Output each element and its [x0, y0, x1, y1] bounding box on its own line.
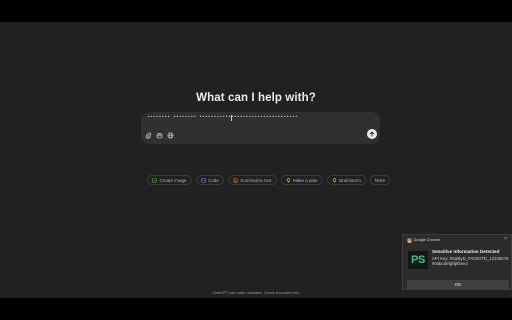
message-composer[interactable]: •••••••• •••••••• ••••••••••••••••••••••… — [141, 112, 380, 144]
chip-code[interactable]: Code — [195, 175, 224, 185]
code-icon — [200, 177, 206, 183]
suggestion-chips: Create image Code Summarize text Make a … — [147, 175, 391, 185]
ok-button[interactable]: OK — [407, 280, 509, 289]
lightbulb-icon — [332, 177, 336, 183]
text-caret — [231, 115, 232, 121]
document-icon — [233, 177, 238, 183]
screen-bottom-bar — [0, 298, 512, 320]
chip-create-image[interactable]: Create image — [147, 175, 192, 185]
paperclip-icon[interactable] — [143, 130, 153, 140]
arrow-up-icon — [369, 131, 375, 137]
lightbulb-icon — [286, 177, 290, 183]
app-logo-text: PS — [410, 254, 426, 266]
chip-label: More — [374, 177, 386, 183]
chip-more[interactable]: More — [369, 175, 391, 185]
notification-app-name: Google Chrome — [413, 238, 441, 243]
chip-label: Make a plan — [293, 177, 318, 183]
screen-top-bar — [0, 0, 512, 22]
close-icon[interactable]: × — [504, 237, 507, 242]
chip-summarize-text[interactable]: Summarize text — [227, 175, 277, 185]
chip-label: Brainstorm — [339, 177, 361, 183]
send-button[interactable] — [367, 129, 377, 139]
chrome-notification: Google Chrome × PS Sensitive Information… — [402, 234, 512, 290]
notification-body: API Key: h6ai9yD_FA03OTE_12345678 90abcd… — [432, 255, 509, 266]
notification-header: Google Chrome — [407, 238, 440, 243]
chip-label: Create image — [159, 177, 187, 183]
notification-title: Sensitive Information Detected — [432, 249, 500, 254]
chip-brainstorm[interactable]: Brainstorm — [326, 175, 366, 185]
composer-input-text[interactable]: •••••••• •••••••• ••••••••••••••••••••••… — [147, 115, 347, 120]
chip-make-a-plan[interactable]: Make a plan — [280, 175, 323, 185]
page-heading: What can I help with? — [196, 92, 316, 104]
globe-icon[interactable] — [165, 130, 175, 140]
disclaimer-text: ChatGPT can make mistakes. Check importa… — [212, 291, 300, 295]
toolbox-icon[interactable] — [154, 130, 164, 140]
chip-label: Summarize text — [240, 177, 272, 183]
app-logo: PS — [408, 251, 428, 269]
chip-label: Code — [208, 177, 219, 183]
image-icon — [152, 177, 157, 183]
chrome-icon — [407, 238, 412, 243]
